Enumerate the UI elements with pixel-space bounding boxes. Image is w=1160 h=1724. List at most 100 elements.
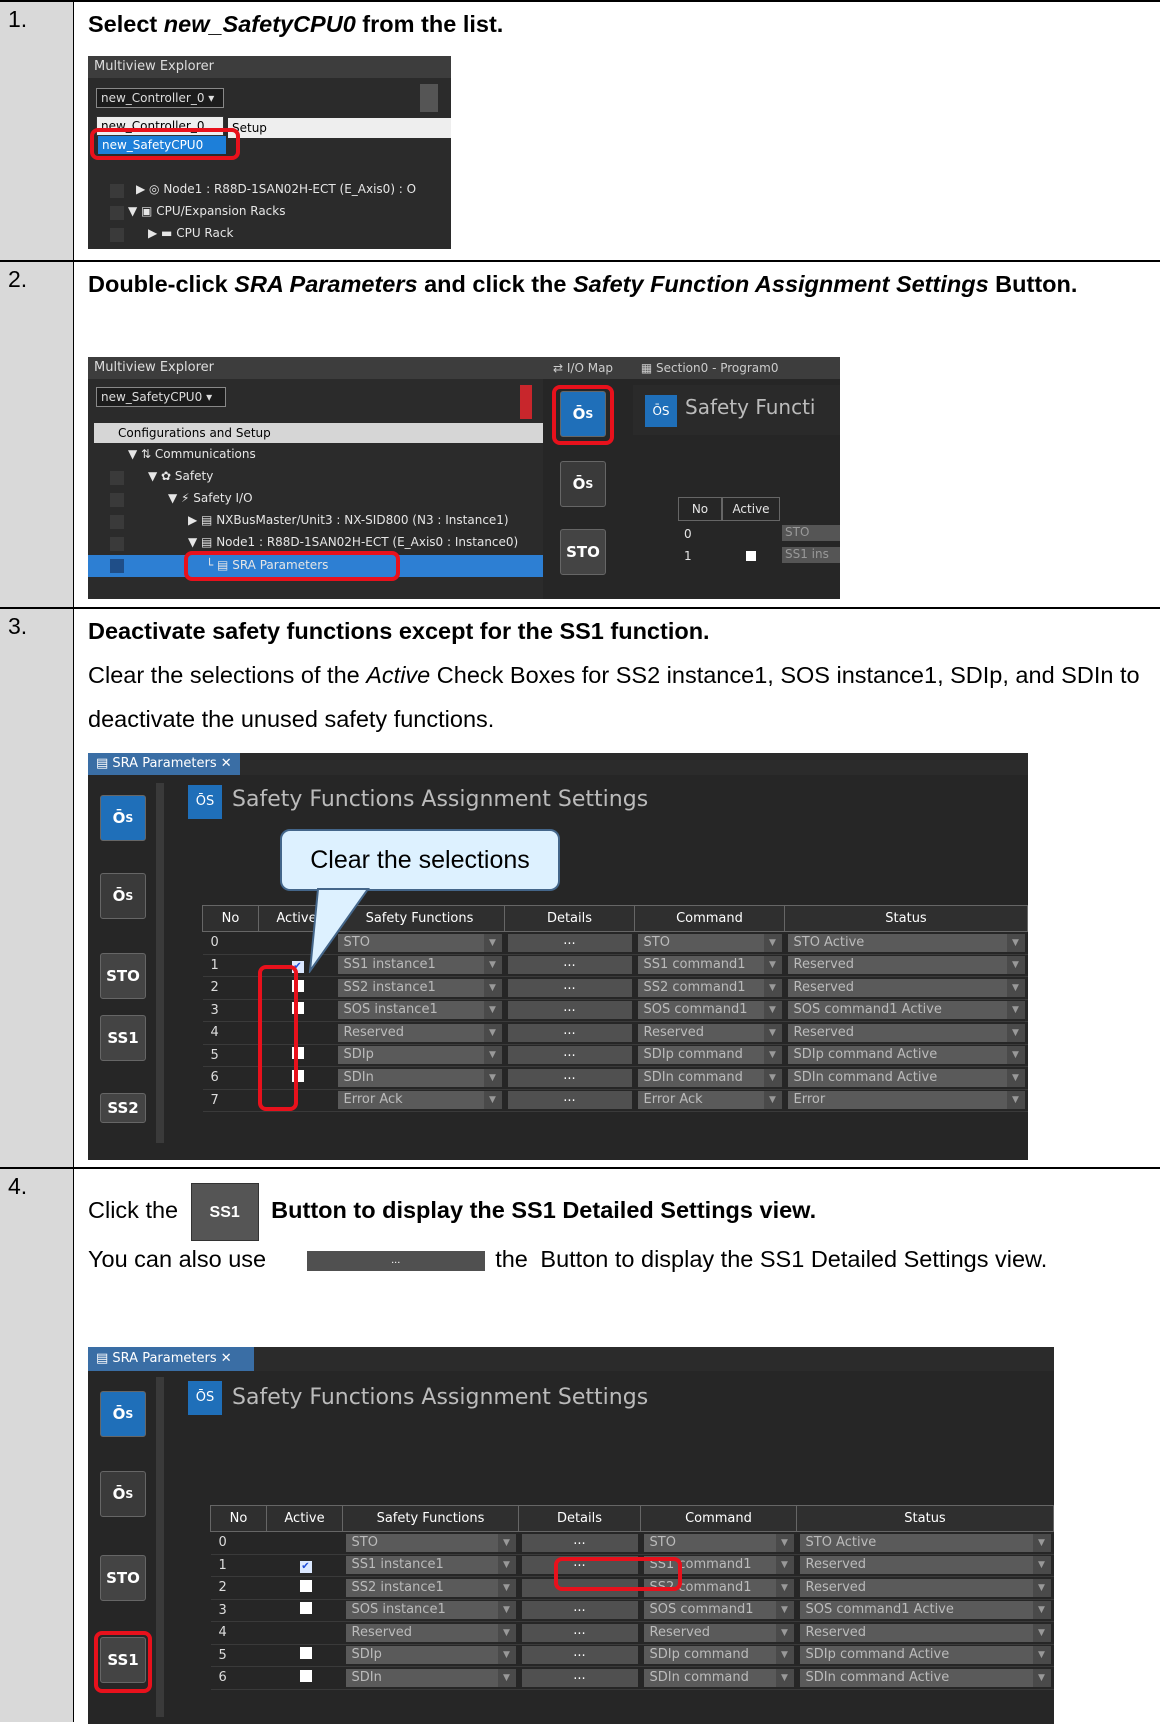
- command-select[interactable]: STO ▼: [637, 933, 782, 952]
- active-checkbox[interactable]: [746, 551, 756, 561]
- table-row: 2 SS2 instance1 ▼... SS2 command1 ▼ Reserved ▼: [202, 976, 1028, 1000]
- status-select[interactable]: Reserved ▼: [787, 956, 1025, 975]
- sto-button[interactable]: STO: [100, 1555, 146, 1601]
- ss2-button[interactable]: SS2: [100, 1093, 146, 1123]
- details-button[interactable]: ...: [521, 1668, 638, 1687]
- ss1-button[interactable]: SS1: [100, 1015, 146, 1061]
- command-select[interactable]: STO ▼: [643, 1533, 794, 1552]
- wrench-icon[interactable]: ŌS: [560, 461, 606, 507]
- active-checkbox[interactable]: ✔: [299, 1560, 312, 1573]
- status-select[interactable]: Reserved ▼: [799, 1623, 1051, 1642]
- safety-function-assignment-button[interactable]: ŌS: [100, 795, 146, 841]
- tree-item[interactable]: ▼ ▤ Node1 : R88D-1SAN02H-ECT (E_Axis0 : …: [188, 535, 518, 549]
- status-select[interactable]: STO Active ▼: [799, 1533, 1051, 1552]
- status-select[interactable]: SDIp command Active ▼: [787, 1046, 1025, 1065]
- sto-button[interactable]: STO: [560, 529, 606, 575]
- function-select[interactable]: SS2 instance1 ▼: [345, 1578, 516, 1597]
- sto-button[interactable]: STO: [100, 953, 146, 999]
- safety-icon: ŌS: [188, 785, 222, 819]
- column-header: Active: [722, 497, 780, 521]
- status-select[interactable]: Reserved ▼: [787, 978, 1025, 997]
- chevron-down-icon: ▼: [763, 1091, 782, 1110]
- tab-sra-parameters[interactable]: ▤ SRA Parameters ✕: [88, 1347, 254, 1371]
- tree-item[interactable]: ▶ ▤ NXBusMaster/Unit3 : NX-SID800 (N3 : …: [188, 513, 509, 527]
- status-select[interactable]: STO Active ▼: [787, 933, 1025, 952]
- active-checkbox[interactable]: [299, 1602, 312, 1615]
- function-select[interactable]: SDIn ▼: [345, 1668, 516, 1687]
- details-button[interactable]: ...: [521, 1533, 638, 1552]
- status-select[interactable]: SOS command1 Active ▼: [799, 1601, 1051, 1620]
- status-select[interactable]: SOS command1 Active ▼: [787, 1001, 1025, 1020]
- command-select[interactable]: Error Ack ▼: [637, 1091, 782, 1110]
- row-number: 2: [202, 976, 259, 1000]
- command-select[interactable]: SS2 command1 ▼: [637, 978, 782, 997]
- details-button[interactable]: ...: [521, 1623, 638, 1642]
- controller-dropdown[interactable]: new_SafetyCPU0 ▾: [96, 387, 226, 407]
- status-select[interactable]: Reserved ▼: [799, 1578, 1051, 1597]
- step-row-4: 4. Click the SS1 Button to display the S…: [0, 1167, 1160, 1724]
- function-select[interactable]: Error Ack ▼: [337, 1091, 502, 1110]
- function-select[interactable]: SDIn ▼: [337, 1068, 502, 1087]
- details-button[interactable]: ...: [521, 1646, 638, 1665]
- wrench-icon[interactable]: ŌS: [100, 873, 146, 919]
- function-select[interactable]: SDIp ▼: [337, 1046, 502, 1065]
- active-checkbox[interactable]: [299, 1669, 312, 1682]
- tab-section0[interactable]: ▦ Section0 - Program0: [641, 361, 779, 375]
- details-button[interactable]: ...: [507, 956, 632, 975]
- scrollbar[interactable]: [156, 1377, 164, 1717]
- active-checkbox[interactable]: [299, 1647, 312, 1660]
- status-select[interactable]: SDIp command Active ▼: [799, 1646, 1051, 1665]
- tree-item[interactable]: ▼ ⚡ Safety I/O: [168, 491, 253, 505]
- details-button[interactable]: ...: [507, 1068, 632, 1087]
- tree-item[interactable]: ▼ ▣ CPU/Expansion Racks: [128, 204, 285, 218]
- command-select[interactable]: Reserved ▼: [643, 1623, 794, 1642]
- status-select[interactable]: Reserved ▼: [787, 1023, 1025, 1042]
- command-select[interactable]: SS1 command1 ▼: [637, 956, 782, 975]
- command-select[interactable]: SOS command1 ▼: [643, 1601, 794, 1620]
- controller-dropdown[interactable]: new_Controller_0 ▾: [96, 88, 224, 108]
- details-button[interactable]: ...: [507, 1091, 632, 1110]
- function-select[interactable]: SS2 instance1 ▼: [337, 978, 502, 997]
- details-button[interactable]: ...: [507, 1001, 632, 1020]
- function-select[interactable]: Reserved ▼: [345, 1623, 516, 1642]
- function-select[interactable]: SOS instance1 ▼: [345, 1601, 516, 1620]
- chevron-down-icon: ▼: [763, 956, 782, 975]
- status-indicator-icon: [520, 385, 532, 419]
- function-select[interactable]: STO ▼: [345, 1533, 516, 1552]
- status-select[interactable]: SDIn command Active ▼: [799, 1668, 1051, 1687]
- command-select[interactable]: SDIp command ▼: [643, 1646, 794, 1665]
- details-button[interactable]: ...: [507, 978, 632, 997]
- tree-item[interactable]: ▶ ◎ Node1 : R88D-1SAN02H-ECT (E_Axis0) :…: [136, 182, 416, 196]
- status-select[interactable]: Reserved ▼: [799, 1556, 1051, 1575]
- wrench-icon[interactable]: ŌS: [100, 1471, 146, 1517]
- tab-io-map[interactable]: ⇄ I/O Map: [553, 361, 613, 375]
- status-select[interactable]: Error ▼: [787, 1091, 1025, 1110]
- command-select[interactable]: SDIn command ▼: [637, 1068, 782, 1087]
- function-select[interactable]: SDIp ▼: [345, 1646, 516, 1665]
- details-button[interactable]: ...: [507, 933, 632, 952]
- safety-function-assignment-button[interactable]: ŌS: [100, 1391, 146, 1437]
- command-select[interactable]: SDIp command ▼: [637, 1046, 782, 1065]
- details-button[interactable]: ...: [521, 1601, 638, 1620]
- chevron-down-icon: ▼: [775, 1646, 794, 1665]
- details-button[interactable]: ...: [507, 1046, 632, 1065]
- command-select[interactable]: SOS command1 ▼: [637, 1001, 782, 1020]
- command-select[interactable]: SDIn command ▼: [643, 1668, 794, 1687]
- tree-item[interactable]: ▶ ▬ CPU Rack: [148, 226, 233, 240]
- scrollbar[interactable]: [156, 783, 164, 1143]
- function-select[interactable]: SOS instance1 ▼: [337, 1001, 502, 1020]
- function-select[interactable]: SS1 instance1 ▼: [345, 1556, 516, 1575]
- command-select[interactable]: Reserved ▼: [637, 1023, 782, 1042]
- chevron-down-icon: ▼: [497, 1556, 516, 1575]
- tree-item[interactable]: ▼ ⇅ Communications: [128, 447, 256, 461]
- status-select[interactable]: SDIn command Active ▼: [787, 1068, 1025, 1087]
- tree-item[interactable]: Configurations and Setup: [94, 423, 543, 443]
- tree-item[interactable]: ▼ ✿ Safety: [148, 469, 213, 483]
- chevron-down-icon: ▼: [1006, 1091, 1025, 1110]
- active-checkbox[interactable]: [299, 1579, 312, 1592]
- function-select[interactable]: Reserved ▼: [337, 1023, 502, 1042]
- row-number: 6: [202, 1066, 259, 1090]
- tab-sra-parameters[interactable]: ▤ SRA Parameters ✕: [88, 753, 240, 775]
- chevron-down-icon: ▼: [1032, 1556, 1051, 1575]
- details-button[interactable]: ...: [507, 1023, 632, 1042]
